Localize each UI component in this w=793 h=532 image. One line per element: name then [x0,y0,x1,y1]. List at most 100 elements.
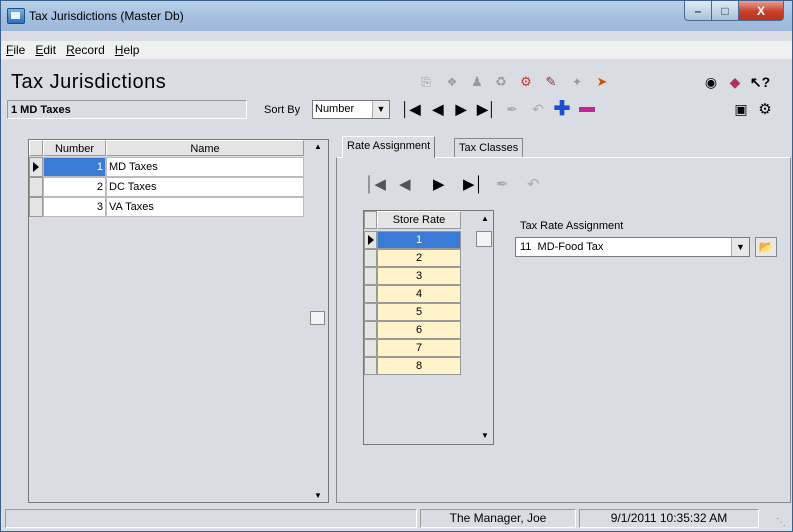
table-row[interactable]: 3 VA Taxes [29,197,304,217]
scroll-up-icon[interactable]: ▲ [481,214,489,223]
list-item[interactable]: 2 [364,249,461,267]
previous-rate-icon[interactable]: ◀ [399,175,411,193]
grid-header: Number Name [29,140,304,157]
cell-name[interactable]: VA Taxes [106,197,304,217]
binoculars-icon[interactable]: ◉ [702,73,720,91]
close-button[interactable]: X [739,1,784,21]
store-rate-cell[interactable]: 2 [377,249,461,267]
previous-record-button[interactable]: ◀ [429,100,447,118]
scrollbar-thumb[interactable] [476,231,492,247]
resize-grip-icon[interactable]: ⋱ [776,517,786,528]
store-rate-cell[interactable]: 8 [377,357,461,375]
add-record-icon[interactable]: ✚ [553,99,571,119]
tab-tax-classes[interactable]: Tax Classes [454,138,524,158]
tax-rate-assignment-select[interactable]: 11 MD-Food Tax ▼ [515,237,750,257]
cell-number[interactable]: 3 [43,197,106,217]
cell-number[interactable]: 2 [43,177,106,197]
column-header-name[interactable]: Name [106,140,304,156]
list-item[interactable]: 8 [364,357,461,375]
table-row[interactable]: 2 DC Taxes [29,177,304,197]
store-rate-cell[interactable]: 1 [377,231,461,249]
status-pane-message [5,509,417,528]
highlighter-icon[interactable]: ➤ [593,73,611,91]
tax-rate-assignment-label: Tax Rate Assignment [520,220,624,232]
scroll-down-icon[interactable]: ▼ [481,431,489,440]
menu-record[interactable]: Record [62,43,111,57]
help-pointer-icon[interactable]: ↖? [750,73,770,91]
book-icon[interactable]: ◆ [726,73,744,91]
current-row-arrow-icon [368,235,374,245]
store-rate-cell[interactable]: 7 [377,339,461,357]
title-bar[interactable]: Tax Jurisdictions (Master Db) – □ X [1,1,792,31]
store-rate-cell[interactable]: 6 [377,321,461,339]
tab-rate-assignment[interactable]: Rate Assignment [342,136,436,158]
table-row[interactable]: 1 MD Taxes [29,157,304,177]
scrollbar-thumb[interactable] [310,311,325,325]
list-item[interactable]: 6 [364,321,461,339]
first-rate-icon[interactable]: │◀ [365,175,386,193]
status-datetime: 9/1/2011 10:35:32 AM [579,509,759,528]
menu-help[interactable]: Help [111,43,146,57]
page-title: Tax Jurisdictions [11,71,167,93]
row-selector[interactable] [29,197,43,217]
report-icon[interactable]: ⚙ [517,73,535,91]
next-record-button[interactable]: ▶ [452,100,470,118]
jurisdictions-grid: Number Name 1 MD Taxes 2 DC Taxes 3 VA T… [28,139,329,503]
store-rate-cell[interactable]: 5 [377,303,461,321]
last-record-button[interactable]: ▶│ [477,100,497,118]
column-header-number[interactable]: Number [43,140,106,156]
list-item[interactable]: 1 [364,231,461,249]
menu-file[interactable]: File [2,43,31,57]
maximize-button[interactable]: □ [712,1,739,21]
app-icon [7,8,25,24]
cell-name[interactable]: MD Taxes [106,157,304,177]
next-rate-icon[interactable]: ▶ [433,175,445,193]
sort-by-label: Sort By [264,104,301,116]
row-selector[interactable] [364,339,377,357]
folder-open-icon[interactable]: 📂 [755,237,777,257]
undo-rate-icon[interactable]: ↶ [527,175,540,193]
trash-icon[interactable]: ♻ [492,73,510,91]
row-selector[interactable] [364,249,377,267]
copy-icon[interactable]: ❖ [443,73,461,91]
list-item[interactable]: 7 [364,339,461,357]
window-layout-icon[interactable]: ▣ [732,100,750,118]
row-selector[interactable] [364,285,377,303]
store-rate-cell[interactable]: 3 [377,267,461,285]
list-item[interactable]: 4 [364,285,461,303]
chevron-down-icon[interactable]: ▼ [731,238,749,256]
row-selector[interactable] [364,357,377,375]
list-item[interactable]: 3 [364,267,461,285]
row-selector[interactable] [29,177,43,197]
cell-name[interactable]: DC Taxes [106,177,304,197]
window-controls: – □ X [684,1,784,21]
refresh-settings-icon[interactable]: ⚙ [756,100,774,118]
list-item[interactable]: 5 [364,303,461,321]
cell-number[interactable]: 1 [43,157,106,177]
scroll-down-icon[interactable]: ▼ [314,491,322,500]
print-preview-icon[interactable]: ⎘ [417,73,435,91]
wizard-icon[interactable]: ✦ [568,73,586,91]
first-record-button[interactable]: │◀ [401,100,421,118]
row-selector[interactable] [29,157,43,177]
delete-record-icon[interactable] [579,100,597,118]
row-selector[interactable] [364,231,377,249]
edit-rate-icon[interactable]: ✒ [496,175,509,193]
sort-by-select[interactable]: Number ▼ [312,100,390,119]
last-rate-icon[interactable]: ▶│ [463,175,484,193]
row-selector[interactable] [364,303,377,321]
export-icon[interactable]: ✎ [542,73,560,91]
column-header-store-rate[interactable]: Store Rate [377,211,461,229]
row-selector[interactable] [364,267,377,285]
group-icon[interactable]: ♟ [468,73,486,91]
store-rate-scrollbar[interactable]: ▲ ▼ [476,211,493,444]
scroll-up-icon[interactable]: ▲ [314,142,322,151]
grid-vertical-scrollbar[interactable]: ▲ ▼ [310,140,326,502]
undo-icon[interactable]: ↶ [529,100,547,118]
edit-record-icon[interactable]: ✒ [503,100,521,118]
menu-edit[interactable]: Edit [31,43,62,57]
store-rate-cell[interactable]: 4 [377,285,461,303]
chevron-down-icon[interactable]: ▼ [372,101,389,118]
row-selector[interactable] [364,321,377,339]
minimize-button[interactable]: – [684,1,712,21]
